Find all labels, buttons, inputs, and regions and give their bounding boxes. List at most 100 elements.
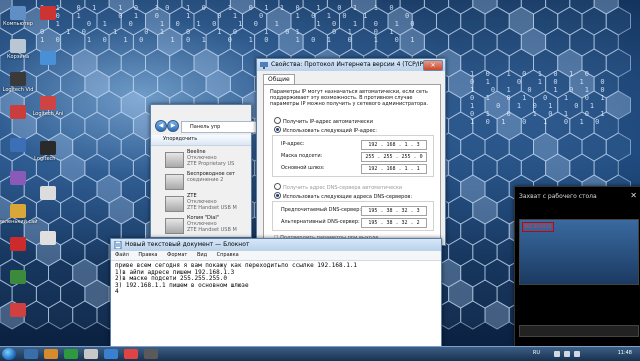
- desktop-icon-col2-3[interactable]: Logitech ...: [28, 141, 68, 162]
- manual-ip-radio[interactable]: Использовать следующий IP-адрес:: [274, 126, 377, 135]
- alternate-dns-field[interactable]: 195 . 38 . 32 . 2: [361, 218, 427, 228]
- desktop-icon-5[interactable]: [0, 171, 38, 186]
- preferred-dns-field[interactable]: 195 . 38 . 32 . 3: [361, 206, 427, 216]
- capture-close-icon[interactable]: ✕: [630, 191, 637, 200]
- desktop-app-icon: [10, 171, 26, 185]
- desktop-icon-9[interactable]: [0, 303, 38, 318]
- capture-title: Захват с рабочего стола: [519, 193, 597, 200]
- desktop-icon-label: маленький сайт: [0, 219, 38, 225]
- ip-address-field[interactable]: 192 . 168 . 1 . 3: [361, 140, 427, 150]
- connection-device: ZTE Proprietary US: [187, 161, 235, 167]
- language-indicator[interactable]: RU: [533, 350, 540, 356]
- notepad-title: Новый текстовый документ — Блокнот: [125, 241, 250, 248]
- auto-dns-radio[interactable]: Получить адрес DNS-сервера автоматически: [274, 183, 402, 192]
- network-connections-window: ◀ ▶ Панель упр Упорядочить Beeline Отключ…: [150, 104, 257, 238]
- desktop-icon-label: Logitech ...: [34, 156, 62, 162]
- address-bar[interactable]: Панель упр: [181, 121, 257, 133]
- desktop-app-icon: [40, 96, 56, 110]
- desktop-app-icon: [10, 303, 26, 317]
- flag-tray-icon[interactable]: [574, 351, 580, 357]
- desktop-icon-label: Компьютер: [3, 21, 33, 27]
- connection-item[interactable]: Beeline Отключено ZTE Proprietary US: [165, 149, 249, 171]
- gateway-label: Основной шлюз:: [281, 165, 325, 171]
- radio-dot: [274, 183, 281, 190]
- connection-item[interactable]: Копия "Dial" Отключено ZTE Handset USB M: [165, 215, 249, 237]
- connection-status: соединение 2: [187, 177, 224, 183]
- desktop-app-icon: [10, 105, 26, 119]
- desktop-app-icon: [40, 6, 56, 20]
- taskbar-app-icon-7[interactable]: [144, 349, 158, 359]
- auto-ip-label: Получить IP-адрес автоматически: [283, 119, 373, 125]
- ipv4-properties-dialog: Свойства: Протокол Интернета версии 4 (T…: [256, 58, 446, 246]
- taskbar: RU 11:48: [0, 346, 640, 361]
- menu-edit[interactable]: Правка: [138, 252, 157, 258]
- manual-dns-radio[interactable]: Использовать следующие адреса DNS-сервер…: [274, 192, 412, 201]
- manual-dns-label: Использовать следующие адреса DNS-сервер…: [283, 194, 413, 200]
- desktop-icon-col2-5[interactable]: [28, 231, 68, 246]
- forward-button[interactable]: ▶: [167, 120, 179, 132]
- notepad-icon: [114, 241, 122, 249]
- wallpaper-digits-right: 1 0 1 0 1 0 1 0 0 1 0 1 0 1 0 1 0 1 0 1 …: [470, 70, 606, 126]
- desktop-icon-8[interactable]: [0, 270, 38, 285]
- desktop-app-icon: [40, 141, 56, 155]
- connection-item[interactable]: ZTE Отключено ZTE Handset USB M: [165, 193, 249, 215]
- radio-dot: [274, 117, 281, 124]
- general-panel: Параметры IP могут назначаться автоматич…: [263, 84, 441, 244]
- network-adapter-icon: [165, 196, 184, 212]
- desktop-app-icon: [10, 6, 26, 20]
- desktop-app-icon: [10, 39, 26, 53]
- desktop-icon-label: Logitech Vid: [2, 87, 34, 93]
- network-tray-icon[interactable]: [554, 351, 560, 357]
- desktop-icon-2[interactable]: Logitech Vid: [0, 72, 38, 93]
- desktop-icon-col2-2[interactable]: Logitech Ani: [28, 96, 68, 117]
- desktop-icon-label: Logitech Ani: [32, 111, 64, 117]
- taskbar-app-icon-1[interactable]: [24, 349, 38, 359]
- connection-item[interactable]: Беспроводное сет соединение 2: [165, 171, 249, 193]
- gateway-field[interactable]: 192 . 168 . 1 . 1: [361, 164, 427, 174]
- preferred-dns-label: Предпочитаемый DNS-сервер:: [281, 207, 362, 213]
- network-icon: [260, 62, 268, 69]
- rec-indicator: REC 00:03:51: [522, 222, 554, 232]
- radio-dot-selected: [274, 126, 281, 133]
- subnet-mask-field[interactable]: 255 . 255 . 255 . 0: [361, 152, 427, 162]
- taskbar-app-icon-6[interactable]: [124, 349, 138, 359]
- desktop-icon-col2-1[interactable]: [28, 51, 68, 66]
- menu-help[interactable]: Справка: [217, 252, 239, 258]
- start-button[interactable]: [2, 348, 16, 360]
- menu-file[interactable]: Файл: [115, 252, 129, 258]
- taskbar-app-icon-2[interactable]: [44, 349, 58, 359]
- wallpaper-digits: 0 1 0 1 1 0 1 0 1 0 1 0 1 1 0 1 0 1 1 0 …: [40, 4, 416, 44]
- alternate-dns-label: Альтернативный DNS-сервер:: [281, 219, 360, 225]
- desktop-icon-col2-0[interactable]: [28, 6, 68, 21]
- auto-ip-radio[interactable]: Получить IP-адрес автоматически: [274, 117, 373, 126]
- menu-format[interactable]: Формат: [167, 252, 187, 258]
- connection-text: Беспроводное сет соединение 2: [187, 171, 235, 183]
- desktop-app-icon: [10, 204, 26, 218]
- dns-settings-group: Предпочитаемый DNS-сервер: 195 . 38 . 32…: [272, 201, 434, 231]
- taskbar-app-icon-5[interactable]: [104, 349, 118, 359]
- capture-controls[interactable]: [519, 325, 639, 337]
- radio-dot-selected: [274, 192, 281, 199]
- notepad-menubar: Файл Правка Формат Вид Справка: [111, 251, 441, 261]
- desktop-app-icon: [40, 51, 56, 65]
- desktop-app-icon: [40, 186, 56, 200]
- taskbar-app-icon-3[interactable]: [64, 349, 78, 359]
- back-button[interactable]: ◀: [155, 120, 167, 132]
- desktop-app-icon: [40, 231, 56, 245]
- desktop-app-icon: [10, 270, 26, 284]
- desktop-capture-window: Захват с рабочего стола ✕ REC 00:03:51: [514, 186, 640, 348]
- connection-text: ZTE Отключено ZTE Handset USB M: [187, 193, 237, 211]
- tab-general[interactable]: Общие: [263, 74, 295, 84]
- notepad-text-area[interactable]: приве всем сегодня я вам покажу как пере…: [111, 261, 441, 298]
- desktop-icon-6[interactable]: маленький сайт: [0, 204, 38, 225]
- taskbar-app-icon-4[interactable]: [84, 349, 98, 359]
- volume-tray-icon[interactable]: [564, 351, 570, 357]
- network-adapter-icon: [165, 152, 184, 168]
- notepad-titlebar: Новый текстовый документ — Блокнот: [111, 239, 441, 251]
- menu-view[interactable]: Вид: [197, 252, 207, 258]
- close-button[interactable]: ✕: [423, 60, 443, 71]
- dialog-title: Свойства: Протокол Интернета версии 4 (T…: [271, 61, 433, 68]
- desktop-icon-col2-4[interactable]: [28, 186, 68, 201]
- clock[interactable]: 11:48: [618, 350, 632, 356]
- organize-menu[interactable]: Упорядочить: [163, 136, 197, 142]
